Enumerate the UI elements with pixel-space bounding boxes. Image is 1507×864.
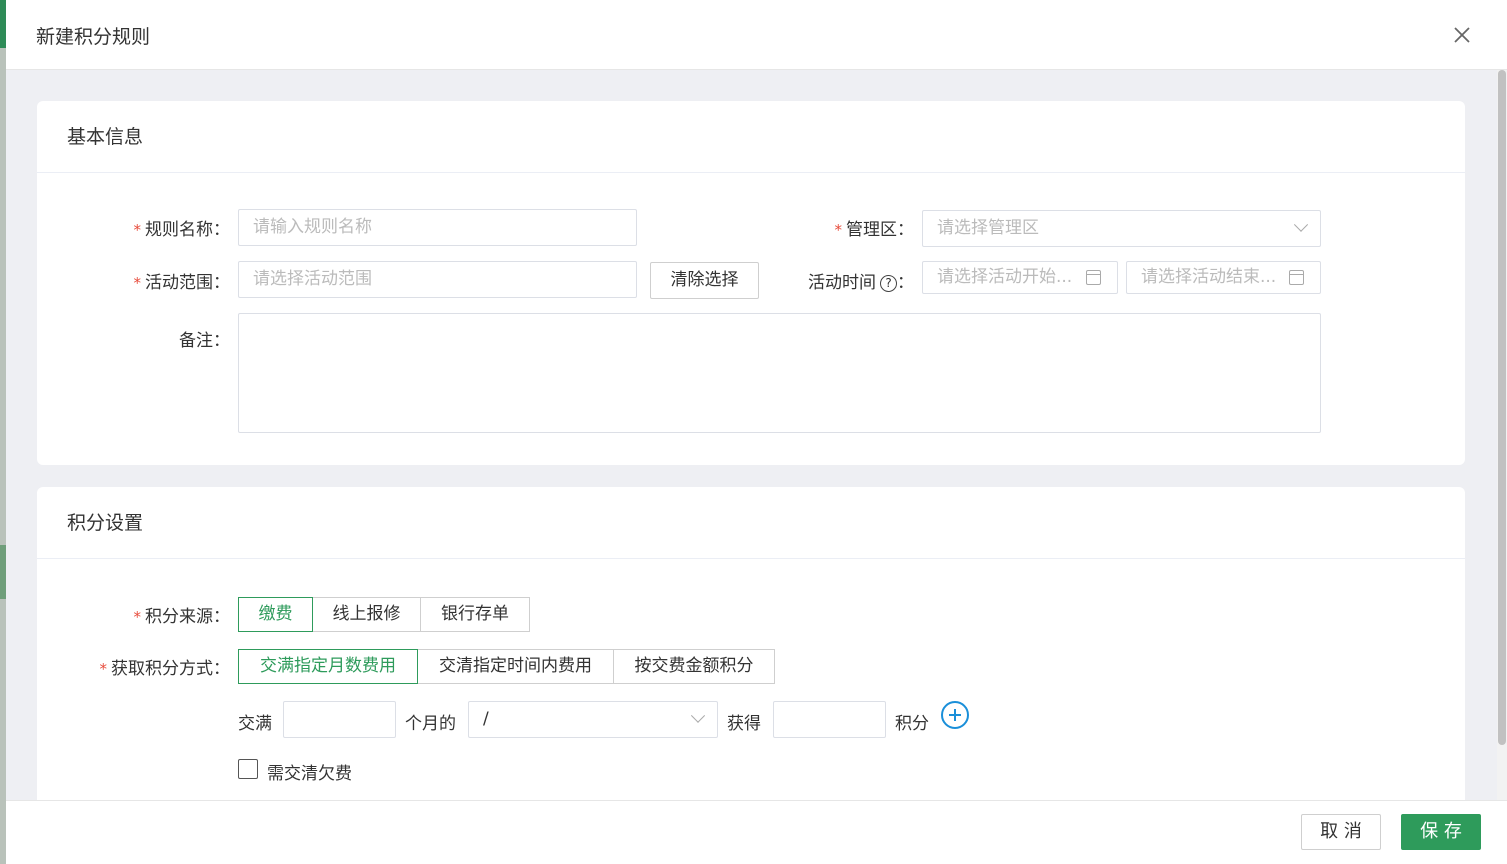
required-mark: * bbox=[133, 274, 142, 292]
basic-info-card: 基本信息 * 规则名称： 请输入规则名称 * 管理区： 请选择管理区 * 活动范围： … bbox=[37, 101, 1465, 465]
points-settings-card: 积分设置 * 积分来源： 缴费 线上报修 银行存单 * 获取积分方式： 交满指定月数… bbox=[37, 487, 1465, 807]
chevron-down-icon bbox=[690, 708, 706, 723]
dialog-header: 新建积分规则 bbox=[6, 0, 1507, 70]
section-title: 基本信息 bbox=[37, 101, 1465, 173]
points-suffix-text: 积分 bbox=[895, 714, 929, 734]
points-input[interactable] bbox=[773, 701, 886, 738]
close-icon[interactable] bbox=[1451, 24, 1473, 46]
source-option-online-repair[interactable]: 线上报修 bbox=[312, 597, 421, 632]
cancel-button[interactable]: 取 消 bbox=[1301, 814, 1381, 850]
points-source-group: 缴费 线上报修 银行存单 bbox=[238, 597, 530, 632]
months-suffix-text: 个月的 bbox=[405, 714, 456, 734]
add-rule-icon[interactable] bbox=[941, 701, 969, 729]
help-icon[interactable]: ? bbox=[880, 275, 897, 292]
months-input[interactable] bbox=[283, 701, 396, 738]
dialog-title: 新建积分规则 bbox=[36, 26, 151, 48]
save-button[interactable]: 保 存 bbox=[1401, 814, 1481, 850]
calendar-icon bbox=[1289, 270, 1304, 285]
scrollbar-thumb[interactable] bbox=[1498, 70, 1506, 745]
remark-label: 备注： bbox=[179, 331, 230, 351]
points-source-label: * 积分来源： bbox=[133, 607, 231, 627]
management-area-label: * 管理区： bbox=[834, 220, 915, 240]
remark-textarea[interactable] bbox=[238, 313, 1321, 433]
required-mark: * bbox=[133, 221, 142, 239]
calendar-icon bbox=[1086, 270, 1101, 285]
dialog-scrollbar[interactable] bbox=[1497, 70, 1507, 800]
source-option-payment[interactable]: 缴费 bbox=[238, 597, 313, 632]
section-title: 积分设置 bbox=[37, 487, 1465, 559]
fee-type-select[interactable]: / bbox=[468, 701, 718, 738]
rule-name-input[interactable]: 请输入规则名称 bbox=[238, 209, 637, 246]
points-method-label: * 获取积分方式： bbox=[99, 659, 231, 679]
rule-name-label: * 规则名称： bbox=[133, 220, 231, 240]
activity-end-date-input[interactable]: 请选择活动结束... bbox=[1126, 261, 1321, 294]
required-mark: * bbox=[99, 660, 108, 678]
gain-label-text: 获得 bbox=[727, 714, 761, 734]
method-option-months[interactable]: 交满指定月数费用 bbox=[238, 649, 418, 684]
method-option-amount[interactable]: 按交费金额积分 bbox=[613, 649, 775, 684]
rule-prefix-text: 交满 bbox=[238, 714, 272, 734]
points-method-group: 交满指定月数费用 交清指定时间内费用 按交费金额积分 bbox=[238, 649, 775, 684]
required-mark: * bbox=[133, 608, 142, 626]
activity-scope-input[interactable]: 请选择活动范围 bbox=[238, 261, 637, 298]
dialog-footer: 取 消 保 存 bbox=[6, 800, 1507, 864]
activity-scope-label: * 活动范围： bbox=[133, 273, 231, 293]
activity-start-date-input[interactable]: 请选择活动开始... bbox=[922, 261, 1118, 294]
method-option-period[interactable]: 交清指定时间内费用 bbox=[417, 649, 614, 684]
chevron-down-icon bbox=[1293, 217, 1309, 232]
source-option-bank-deposit[interactable]: 银行存单 bbox=[420, 597, 530, 632]
activity-time-label: 活动时间?： bbox=[808, 273, 914, 293]
arrears-checkbox-label[interactable]: 需交清欠费 bbox=[267, 759, 352, 784]
new-points-rule-dialog: 新建积分规则 基本信息 * 规则名称： 请输入规则名称 * 管理区： 请选择管理区 … bbox=[6, 0, 1507, 864]
management-area-select[interactable]: 请选择管理区 bbox=[922, 210, 1321, 247]
arrears-checkbox[interactable] bbox=[238, 759, 258, 779]
required-mark: * bbox=[834, 221, 843, 239]
